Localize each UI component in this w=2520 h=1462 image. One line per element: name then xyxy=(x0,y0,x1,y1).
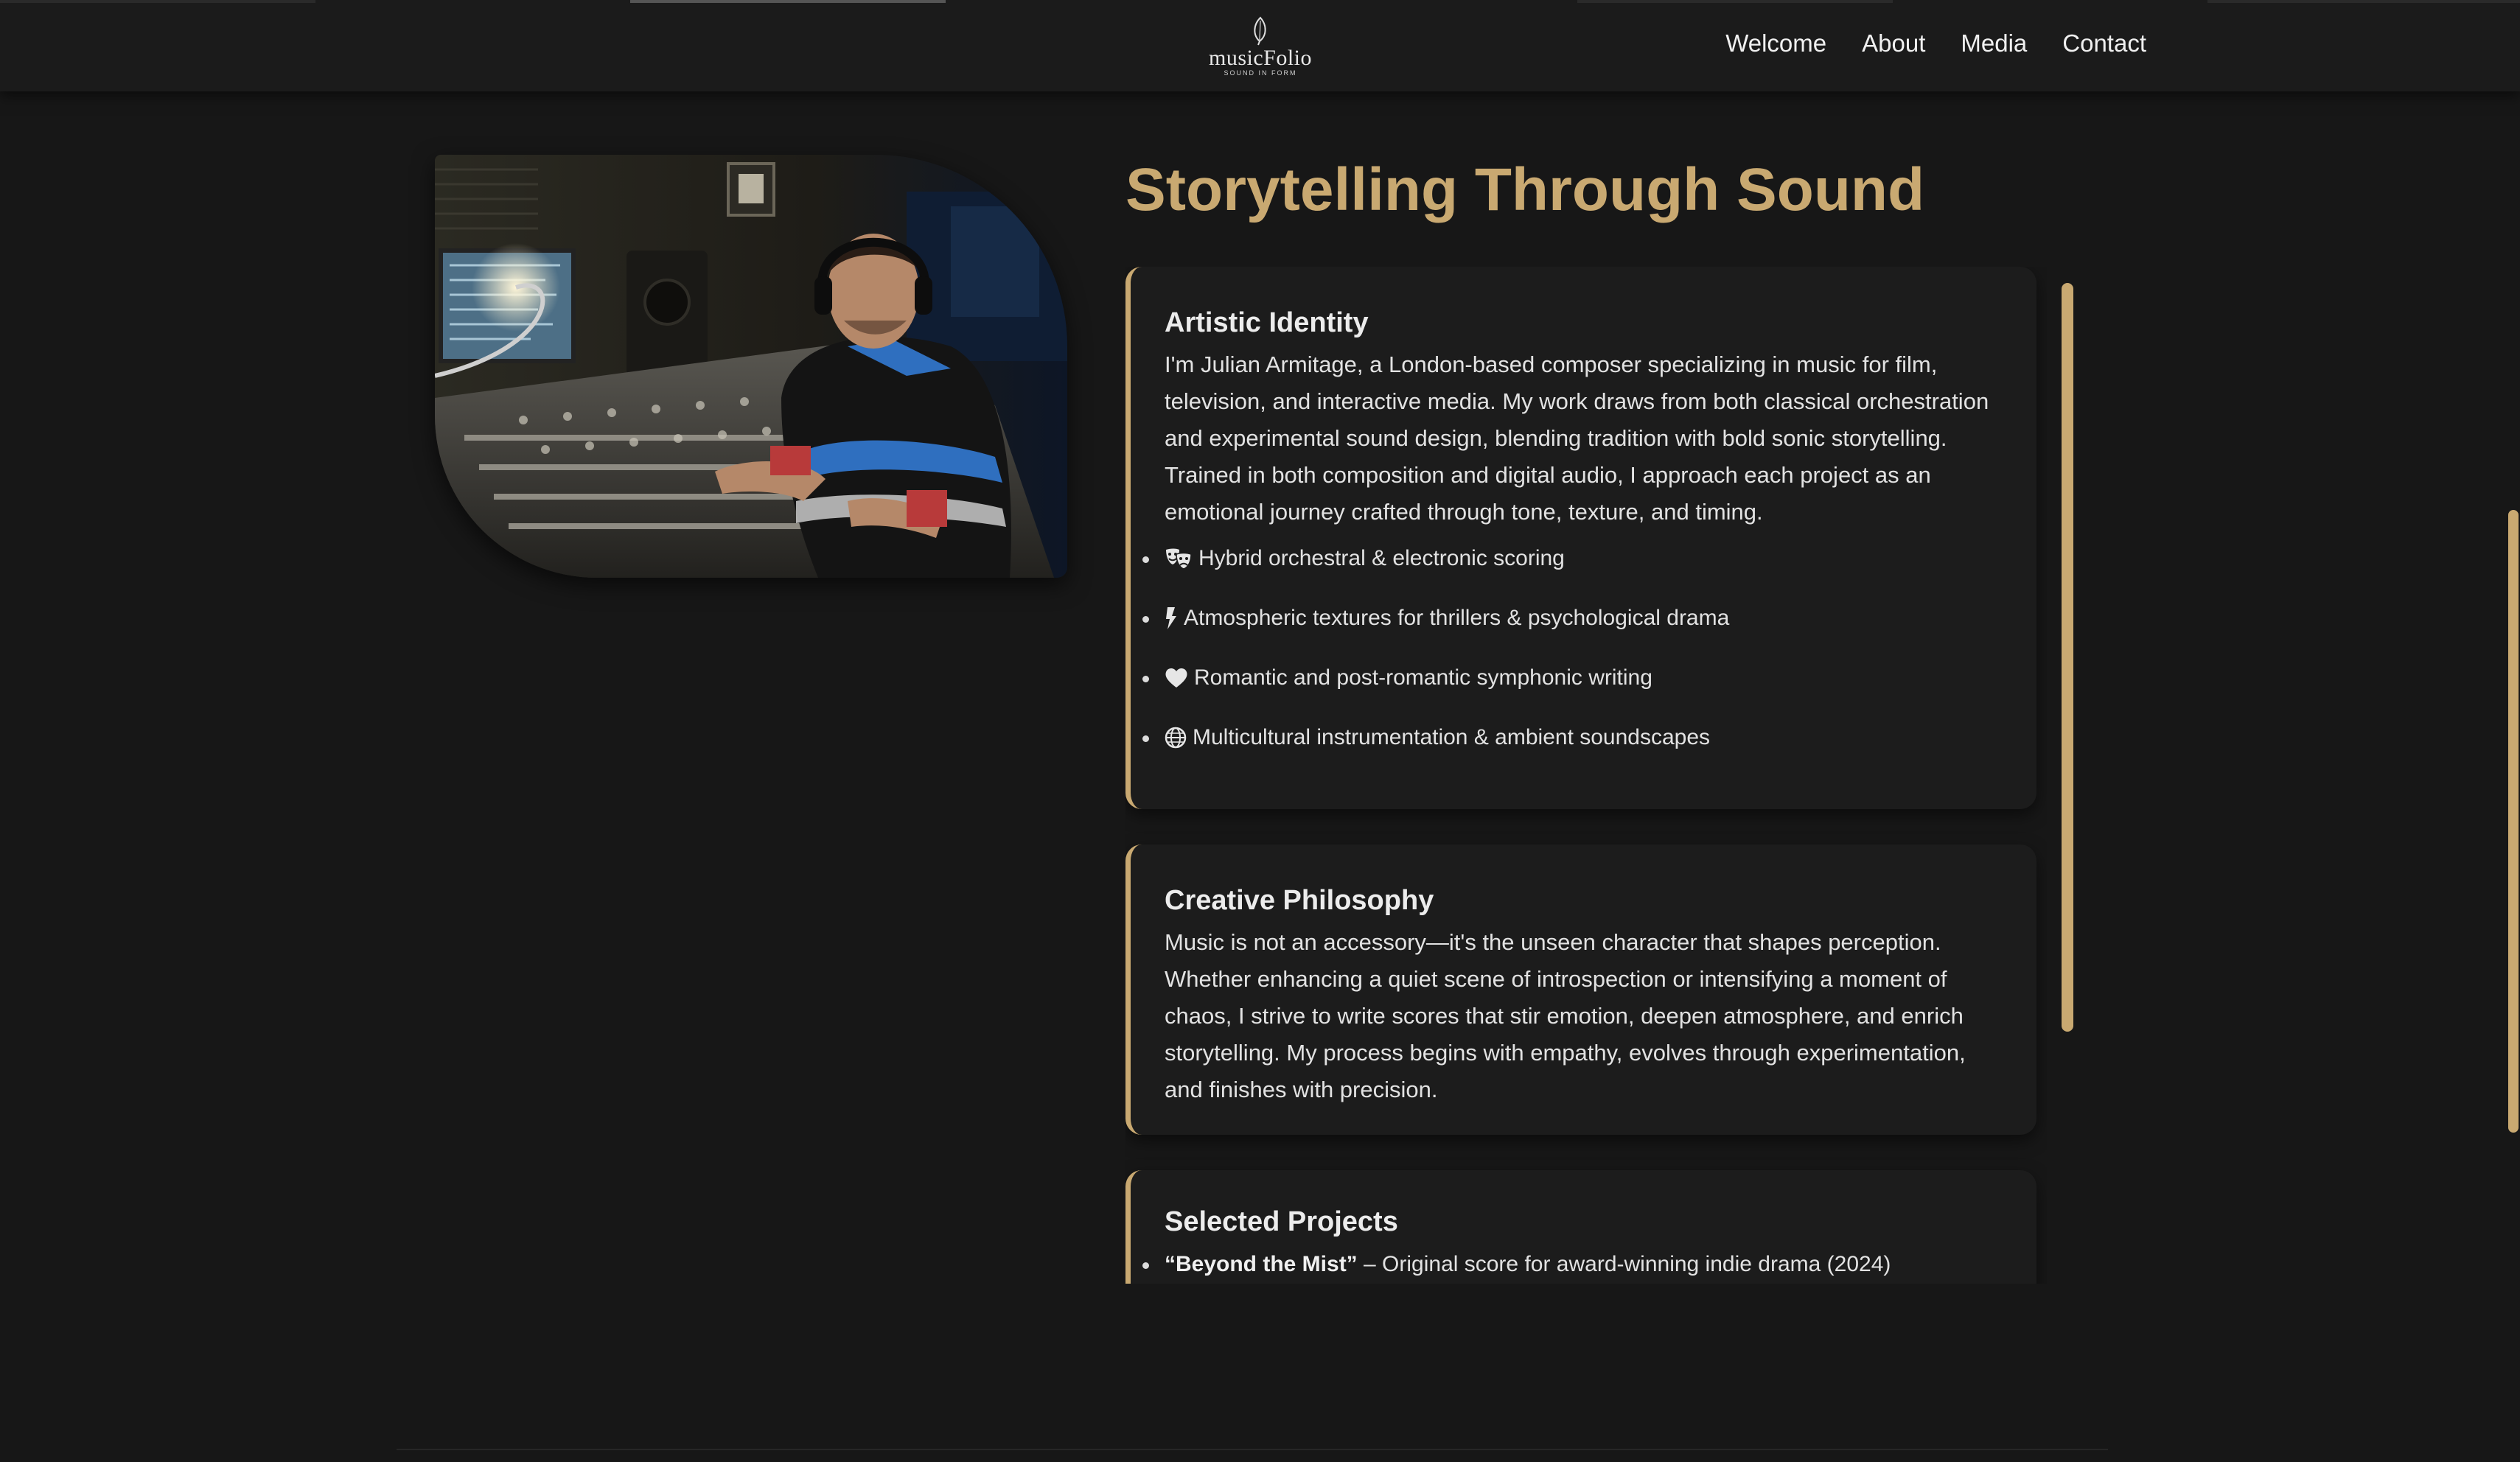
list-item-text: Multicultural instrumentation & ambient … xyxy=(1193,725,1711,749)
globe-icon xyxy=(1165,727,1187,749)
top-progress-rule xyxy=(1577,0,1893,3)
heart-icon xyxy=(1165,667,1188,689)
card-title: Selected Projects xyxy=(1165,1206,1398,1237)
theater-masks-icon xyxy=(1165,547,1193,570)
projects-list: “Beyond the Mist” – Original score for a… xyxy=(1142,1250,1998,1279)
leaf-icon xyxy=(1201,16,1319,46)
composer-photo xyxy=(435,155,1067,578)
card-selected-projects: Selected Projects “Beyond the Mist” – Or… xyxy=(1125,1170,2036,1284)
list-item-text: Atmospheric textures for thrillers & psy… xyxy=(1184,606,1730,630)
nav-contact[interactable]: Contact xyxy=(2062,29,2146,57)
list-item: Hybrid orchestral & electronic scoring xyxy=(1142,544,1998,573)
bolt-icon xyxy=(1165,606,1178,631)
nav-welcome[interactable]: Welcome xyxy=(1725,29,1826,57)
main-nav: Welcome About Media Contact xyxy=(1725,29,2146,57)
nav-media[interactable]: Media xyxy=(1961,29,2027,57)
specialty-list: Hybrid orchestral & electronic scoring A… xyxy=(1142,544,1998,752)
page-scrollbar-thumb[interactable] xyxy=(2508,510,2519,1133)
card-title: Artistic Identity xyxy=(1165,307,1369,338)
brand-name: musicFolio xyxy=(1208,46,1312,70)
list-item: Atmospheric textures for thrillers & psy… xyxy=(1142,604,1998,633)
content-scrollbar-thumb[interactable] xyxy=(2062,283,2073,1032)
brand-tagline: SOUND IN FORM xyxy=(1224,69,1297,77)
top-progress-rule xyxy=(0,0,315,3)
list-item: “Beyond the Mist” – Original score for a… xyxy=(1142,1250,1998,1279)
list-item: Multicultural instrumentation & ambient … xyxy=(1142,723,1998,752)
list-item: Romantic and post-romantic symphonic wri… xyxy=(1142,663,1998,693)
top-progress-rule-active xyxy=(630,0,946,3)
top-progress-rule xyxy=(2207,0,2520,3)
page-headline: Storytelling Through Sound xyxy=(1125,156,1925,223)
list-item-text: Romantic and post-romantic symphonic wri… xyxy=(1194,665,1652,690)
card-body: Music is not an accessory—it's the unsee… xyxy=(1165,929,1966,1102)
list-item-text: Hybrid orchestral & electronic scoring xyxy=(1198,546,1565,570)
card-artistic-identity: Artistic Identity I'm Julian Armitage, a… xyxy=(1125,267,2036,809)
card-creative-philosophy: Creative Philosophy Music is not an acce… xyxy=(1125,844,2036,1135)
footer-divider xyxy=(397,1449,2108,1450)
brand-logo[interactable]: musicFolio SOUND IN FORM xyxy=(1201,16,1319,83)
card-body: I'm Julian Armitage, a London-based comp… xyxy=(1165,351,1989,525)
site-header: musicFolio SOUND IN FORM Welcome About M… xyxy=(0,0,2520,91)
project-description: – Original score for award-winning indie… xyxy=(1357,1252,1891,1276)
project-name: “Beyond the Mist” xyxy=(1165,1252,1358,1276)
card-title: Creative Philosophy xyxy=(1165,885,1434,916)
nav-about[interactable]: About xyxy=(1862,29,1925,57)
about-scroll-area[interactable]: Artistic Identity I'm Julian Armitage, a… xyxy=(1125,267,2047,1284)
